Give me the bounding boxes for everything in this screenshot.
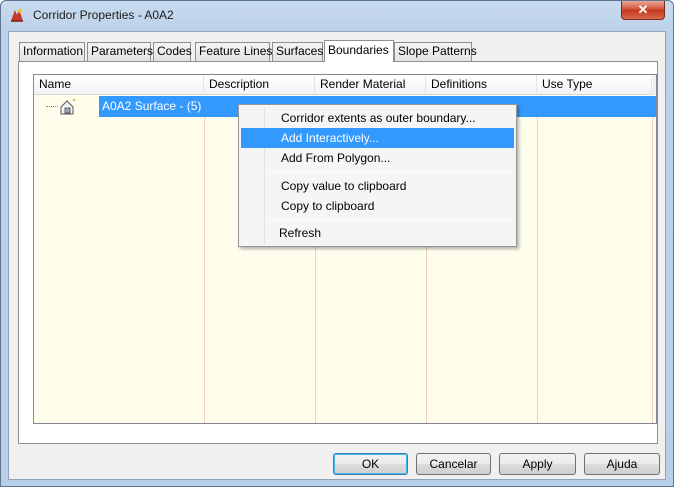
column-header-description[interactable]: Description — [204, 75, 315, 95]
row-name[interactable]: A0A2 Surface - (5) — [102, 99, 201, 113]
tab-slope-patterns[interactable]: Slope Patterns — [394, 42, 477, 61]
ok-button[interactable]: OK — [333, 453, 408, 475]
window-title: Corridor Properties - A0A2 — [33, 8, 174, 22]
dialog-client-area: Information Parameters Codes Feature Lin… — [8, 31, 666, 480]
help-button[interactable]: Ajuda — [584, 453, 660, 475]
menu-separator — [267, 172, 513, 173]
tab-label: Slope Patterns — [398, 44, 477, 58]
menu-separator — [267, 220, 513, 221]
column-label: Definitions — [431, 77, 488, 91]
civil3d-app-icon — [11, 9, 23, 22]
menu-item-refresh[interactable]: Refresh — [241, 223, 514, 243]
button-label: Apply — [522, 457, 553, 471]
tab-information[interactable]: Information — [19, 42, 85, 61]
tab-label: Feature Lines — [199, 44, 273, 58]
cancel-button[interactable]: Cancelar — [416, 453, 491, 475]
column-header-name[interactable]: Name — [34, 75, 204, 95]
column-header-use-type[interactable]: Use Type — [537, 75, 652, 95]
tab-label: Boundaries — [328, 43, 389, 57]
column-label: Description — [209, 77, 270, 91]
tab-codes[interactable]: Codes — [153, 42, 192, 61]
column-divider — [652, 96, 653, 423]
tab-surfaces[interactable]: Surfaces — [272, 42, 323, 61]
column-label: Name — [39, 77, 72, 91]
tab-boundaries[interactable]: Boundaries — [324, 40, 394, 62]
menu-item-label: Copy value to clipboard — [281, 179, 407, 193]
menu-item-add-from-polygon[interactable]: Add From Polygon... — [241, 148, 514, 168]
column-label: Render Material — [320, 77, 406, 91]
tab-feature-lines[interactable]: Feature Lines — [195, 42, 273, 61]
column-header-definitions[interactable]: Definitions — [426, 75, 537, 95]
context-menu: Corridor extents as outer boundary... Ad… — [238, 104, 517, 247]
menu-item-label: Add Interactively... — [281, 131, 379, 145]
list-header: Name Description Render Material Definit… — [34, 75, 656, 95]
column-divider — [537, 96, 538, 423]
tab-label: Surfaces — [276, 44, 324, 58]
column-label: Use Type — [542, 77, 593, 91]
button-label: Cancelar — [429, 457, 478, 471]
column-divider — [204, 96, 205, 423]
close-button[interactable]: ✕ — [621, 1, 665, 20]
menu-item-copy-to-clipboard[interactable]: Copy to clipboard — [241, 196, 514, 216]
close-icon: ✕ — [637, 2, 649, 17]
menu-item-add-interactively[interactable]: Add Interactively... — [241, 128, 514, 148]
menu-item-copy-value[interactable]: Copy value to clipboard — [241, 176, 514, 196]
menu-item-corridor-extents[interactable]: Corridor extents as outer boundary... — [241, 108, 514, 128]
column-header-render-material[interactable]: Render Material — [315, 75, 426, 95]
tab-label: Codes — [157, 44, 192, 58]
header-filler — [653, 75, 656, 95]
tree-connector — [46, 106, 58, 107]
tab-label: Information — [23, 44, 84, 58]
menu-item-label: Copy to clipboard — [281, 199, 375, 213]
menu-item-label: Add From Polygon... — [281, 151, 391, 165]
button-label: OK — [361, 457, 380, 471]
button-label: Ajuda — [606, 457, 638, 471]
apply-button[interactable]: Apply — [499, 453, 576, 475]
tab-label: Parameters — [91, 44, 154, 58]
menu-item-label: Refresh — [279, 226, 322, 240]
menu-item-label: Corridor extents as outer boundary... — [281, 111, 476, 125]
corridor-surface-icon — [60, 99, 76, 115]
tab-parameters[interactable]: Parameters — [87, 42, 154, 61]
title-bar[interactable]: Corridor Properties - A0A2 ✕ — [1, 1, 673, 31]
